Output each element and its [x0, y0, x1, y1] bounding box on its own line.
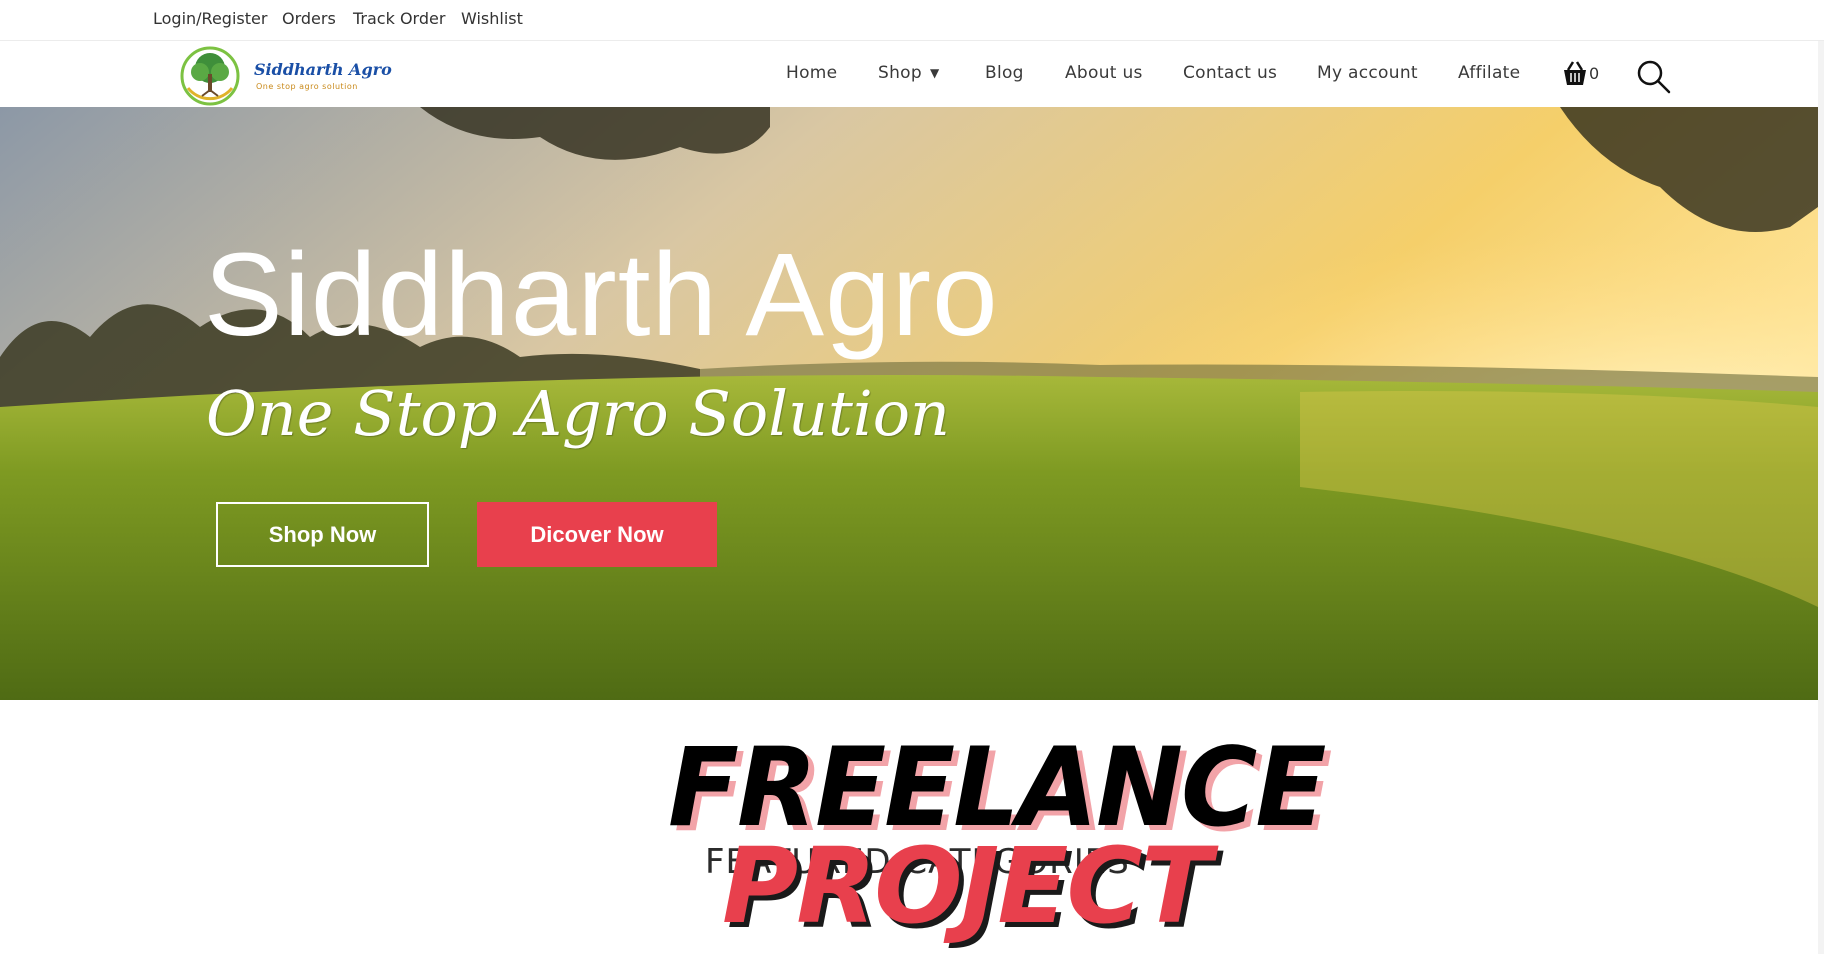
- wishlist-link[interactable]: Wishlist: [461, 9, 523, 28]
- nav-about-us[interactable]: About us: [1065, 63, 1143, 83]
- logo-title: Siddharth Agro: [254, 60, 392, 79]
- nav-shop-label: Shop: [878, 63, 922, 83]
- hero-banner: Siddharth Agro One Stop Agro Solution Sh…: [0, 107, 1818, 700]
- nav-shop[interactable]: Shop ▼: [878, 63, 940, 83]
- chevron-down-icon: ▼: [929, 66, 940, 80]
- hero-title: Siddharth Agro: [204, 229, 999, 361]
- page-scrollbar[interactable]: [1818, 41, 1824, 954]
- shop-now-button[interactable]: Shop Now: [216, 502, 429, 567]
- nav-contact-us[interactable]: Contact us: [1183, 63, 1277, 83]
- login-register-link[interactable]: Login/Register: [153, 9, 267, 28]
- logo-tagline: One stop agro solution: [256, 82, 358, 91]
- track-order-link[interactable]: Track Order: [353, 9, 445, 28]
- top-utility-bar: Login/Register Orders Track Order Wishli…: [0, 0, 1824, 41]
- search-icon[interactable]: [1636, 59, 1672, 95]
- watermark-line-2: PROJECT: [722, 825, 1212, 947]
- orders-link[interactable]: Orders: [282, 9, 336, 28]
- nav-affiliate[interactable]: Affilate: [1458, 63, 1520, 83]
- tree-logo-icon: [180, 46, 240, 106]
- cart-count: 0: [1589, 64, 1600, 83]
- site-logo[interactable]: Siddharth Agro One stop agro solution: [180, 46, 392, 106]
- nav-blog[interactable]: Blog: [985, 63, 1024, 83]
- main-header: Siddharth Agro One stop agro solution Ho…: [0, 41, 1824, 107]
- nav-home[interactable]: Home: [786, 63, 837, 83]
- hero-subtitle: One Stop Agro Solution: [206, 377, 950, 450]
- nav-my-account[interactable]: My account: [1317, 63, 1418, 83]
- discover-now-button[interactable]: Dicover Now: [477, 502, 717, 567]
